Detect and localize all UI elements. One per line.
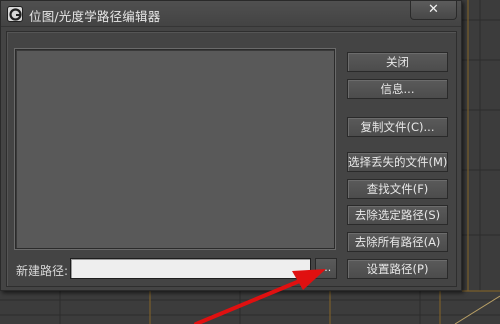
annotation-arrow xyxy=(194,269,326,324)
